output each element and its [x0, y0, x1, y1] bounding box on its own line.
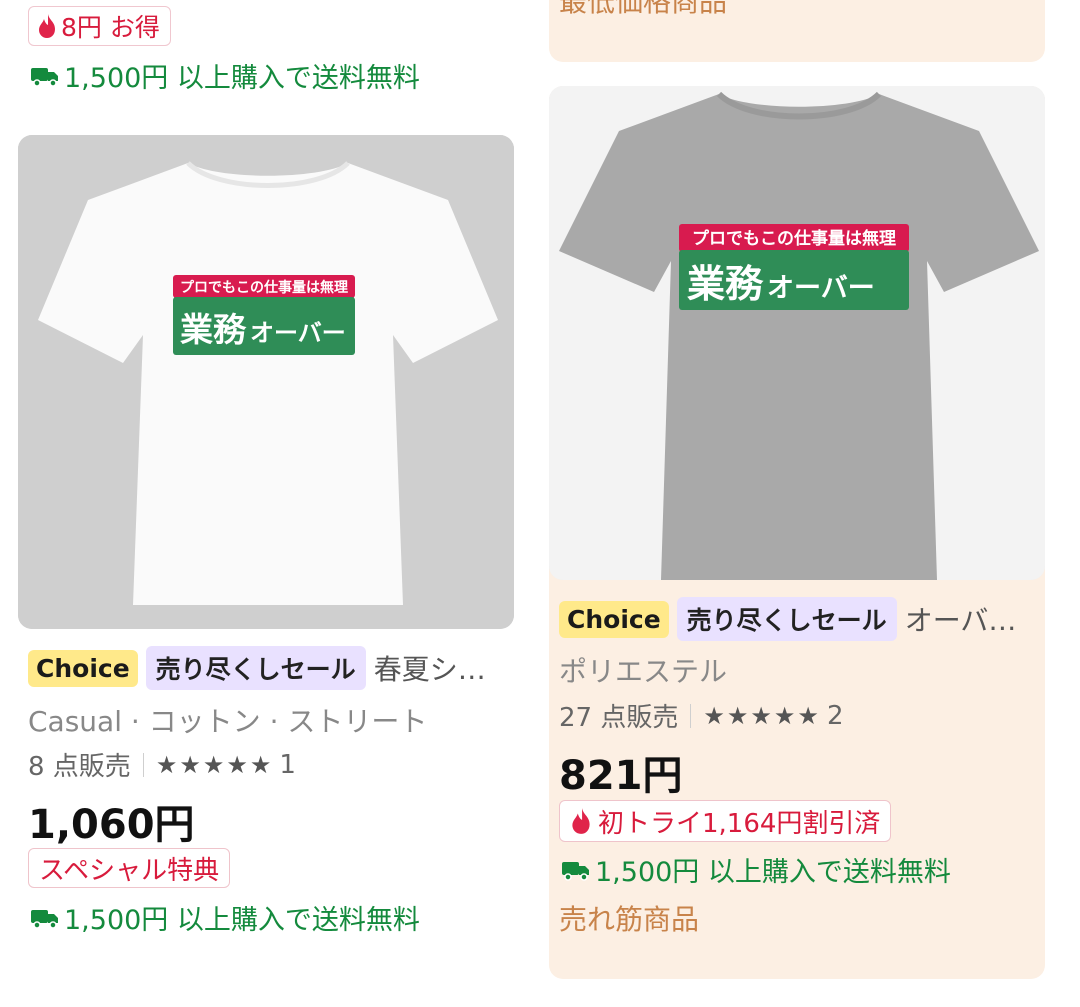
- previous-card-bottom: 最低価格商品: [549, 0, 1045, 62]
- shipping-label: 1,500円 以上購入で送料無料: [595, 857, 951, 888]
- sold-rating-row: 27 点販売 ★ ★ ★ ★ ★ 2: [559, 697, 843, 734]
- bestseller-label: 売れ筋商品: [559, 903, 700, 936]
- product-title[interactable]: 春夏シ…: [374, 648, 486, 688]
- print-main-small-text: オーバー: [250, 319, 346, 347]
- shipping-info: 1,500円 以上購入で送料無料: [561, 850, 951, 889]
- product-subtitle: ポリエステル: [559, 655, 728, 688]
- cut-label: 最低価格商品: [559, 0, 728, 18]
- product-tags: Choice 売り尽くしセール 春夏シ…: [28, 646, 514, 690]
- star-icon: ★: [226, 750, 248, 779]
- star-icon: ★: [179, 750, 201, 779]
- star-rating: ★ ★ ★ ★ ★: [156, 751, 272, 779]
- star-icon: ★: [249, 750, 272, 779]
- product-price: 1,060円: [28, 802, 195, 848]
- star-icon: ★: [797, 701, 819, 730]
- rating-count: 1: [279, 749, 296, 780]
- product-price: 821円: [559, 753, 683, 799]
- shipping-info: 1,500円 以上購入で送料無料: [30, 56, 420, 95]
- promo-badge: 初トライ1,164円割引済: [559, 800, 892, 842]
- truck-icon: [31, 67, 58, 87]
- star-icon: ★: [703, 701, 725, 730]
- product-subtitle: Casual · コットン · ストリート: [28, 705, 428, 738]
- print-main-small-text: オーバー: [767, 273, 875, 304]
- truck-icon: [562, 861, 589, 881]
- choice-badge: Choice: [28, 649, 138, 687]
- sold-count: 27 点販売: [559, 703, 679, 733]
- promo-badge: スペシャル特典: [28, 848, 231, 888]
- truck-icon: [31, 909, 58, 929]
- star-icon: ★: [726, 701, 749, 730]
- shipping-label: 1,500円 以上購入で送料無料: [64, 63, 420, 94]
- savings-badge: 8円 お得: [28, 6, 171, 46]
- sale-badge: 売り尽くしセール: [145, 646, 366, 690]
- choice-badge: Choice: [559, 600, 669, 638]
- print-main-text: 業務: [180, 310, 247, 349]
- star-icon: ★: [773, 701, 796, 730]
- star-icon: ★: [202, 750, 225, 779]
- star-rating: ★ ★ ★ ★ ★: [703, 702, 819, 730]
- print-top-text: プロでもこの仕事量は無理: [180, 279, 348, 296]
- product-title[interactable]: オーバ…: [905, 599, 1017, 639]
- flame-icon: [39, 14, 55, 38]
- divider: [142, 752, 144, 777]
- product-image[interactable]: プロでもこの仕事量は無理 業務 オーバー: [18, 135, 514, 629]
- divider: [690, 703, 692, 728]
- rating-count: 2: [826, 700, 844, 731]
- star-icon: ★: [155, 750, 178, 779]
- flame-icon: [572, 808, 590, 834]
- sale-badge: 売り尽くしセール: [676, 597, 897, 641]
- product-tags: Choice 売り尽くしセール オーバ…: [559, 597, 1035, 641]
- product-image[interactable]: プロでもこの仕事量は無理 業務 オーバー: [549, 86, 1045, 580]
- print-main-text: 業務: [687, 262, 764, 306]
- promo-label: 初トライ1,164円割引済: [598, 808, 881, 839]
- shipping-info: 1,500円 以上購入で送料無料: [30, 898, 420, 937]
- sold-count: 8 点販売: [28, 752, 131, 782]
- shipping-label: 1,500円 以上購入で送料無料: [64, 905, 420, 936]
- print-top-text: プロでもこの仕事量は無理: [692, 228, 896, 249]
- sold-rating-row: 8 点販売 ★ ★ ★ ★ ★ 1: [28, 746, 296, 783]
- savings-badge-label: 8円 お得: [61, 13, 160, 42]
- star-icon: ★: [750, 701, 772, 730]
